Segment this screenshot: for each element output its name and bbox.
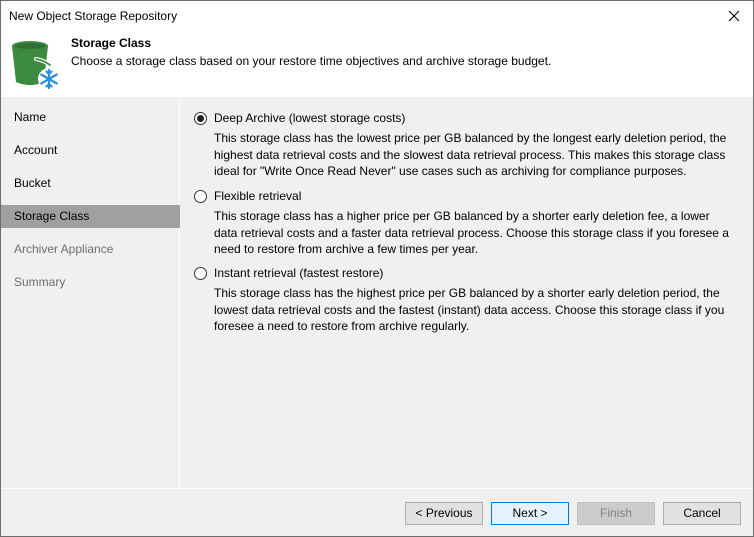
title-bar: New Object Storage Repository xyxy=(1,1,753,32)
sidebar-item-label: Bucket xyxy=(14,176,51,190)
close-button[interactable] xyxy=(721,5,747,27)
option-instant-retrieval: Instant retrieval (fastest restore) This… xyxy=(194,264,744,335)
sidebar-item-label: Summary xyxy=(14,275,66,289)
wizard-header: Storage Class Choose a storage class bas… xyxy=(1,32,753,97)
radio-flexible-retrieval[interactable]: Flexible retrieval xyxy=(194,187,744,205)
radio-instant-retrieval[interactable]: Instant retrieval (fastest restore) xyxy=(194,264,744,282)
cancel-button[interactable]: Cancel xyxy=(663,502,741,525)
sidebar-item-bucket[interactable]: Bucket xyxy=(1,172,180,195)
option-label: Instant retrieval (fastest restore) xyxy=(214,266,384,280)
option-label: Deep Archive (lowest storage costs) xyxy=(214,111,406,125)
next-button[interactable]: Next > xyxy=(491,502,569,525)
wizard-window: New Object Storage Repository Storage Cl… xyxy=(0,0,754,537)
window-title: New Object Storage Repository xyxy=(9,9,178,23)
finish-button: Finish xyxy=(577,502,655,525)
wizard-steps-sidebar: Name Account Bucket Storage Class Archiv… xyxy=(1,97,180,488)
sidebar-item-account[interactable]: Account xyxy=(1,139,180,162)
bucket-snowflake-icon xyxy=(12,41,60,90)
sidebar-item-label: Archiver Appliance xyxy=(14,242,114,256)
sidebar-item-archiver-appliance: Archiver Appliance xyxy=(1,238,180,261)
sidebar-item-label: Account xyxy=(14,143,58,157)
step-title: Storage Class xyxy=(71,36,152,50)
sidebar-item-name[interactable]: Name xyxy=(1,106,180,129)
option-description: This storage class has the lowest price … xyxy=(214,131,727,178)
close-icon xyxy=(728,10,740,22)
radio-button[interactable] xyxy=(194,266,207,280)
sidebar-item-summary: Summary xyxy=(1,271,180,294)
option-label: Flexible retrieval xyxy=(214,189,302,203)
footer-divider xyxy=(1,488,753,489)
sidebar-item-label: Name xyxy=(14,110,47,124)
option-flexible-retrieval: Flexible retrieval This storage class ha… xyxy=(194,187,744,258)
sidebar-item-label: Storage Class xyxy=(14,209,90,223)
radio-button[interactable] xyxy=(194,189,207,203)
previous-button[interactable]: < Previous xyxy=(405,502,483,525)
radio-button-checked[interactable] xyxy=(194,111,207,125)
option-description: This storage class has the highest price… xyxy=(214,286,725,333)
option-deep-archive: Deep Archive (lowest storage costs) This… xyxy=(194,109,744,180)
storage-class-panel: Deep Archive (lowest storage costs) This… xyxy=(182,97,753,488)
radio-deep-archive[interactable]: Deep Archive (lowest storage costs) xyxy=(194,109,744,127)
step-description: Choose a storage class based on your res… xyxy=(71,54,552,68)
option-description: This storage class has a higher price pe… xyxy=(214,209,729,256)
sidebar-item-storage-class[interactable]: Storage Class xyxy=(1,205,180,228)
